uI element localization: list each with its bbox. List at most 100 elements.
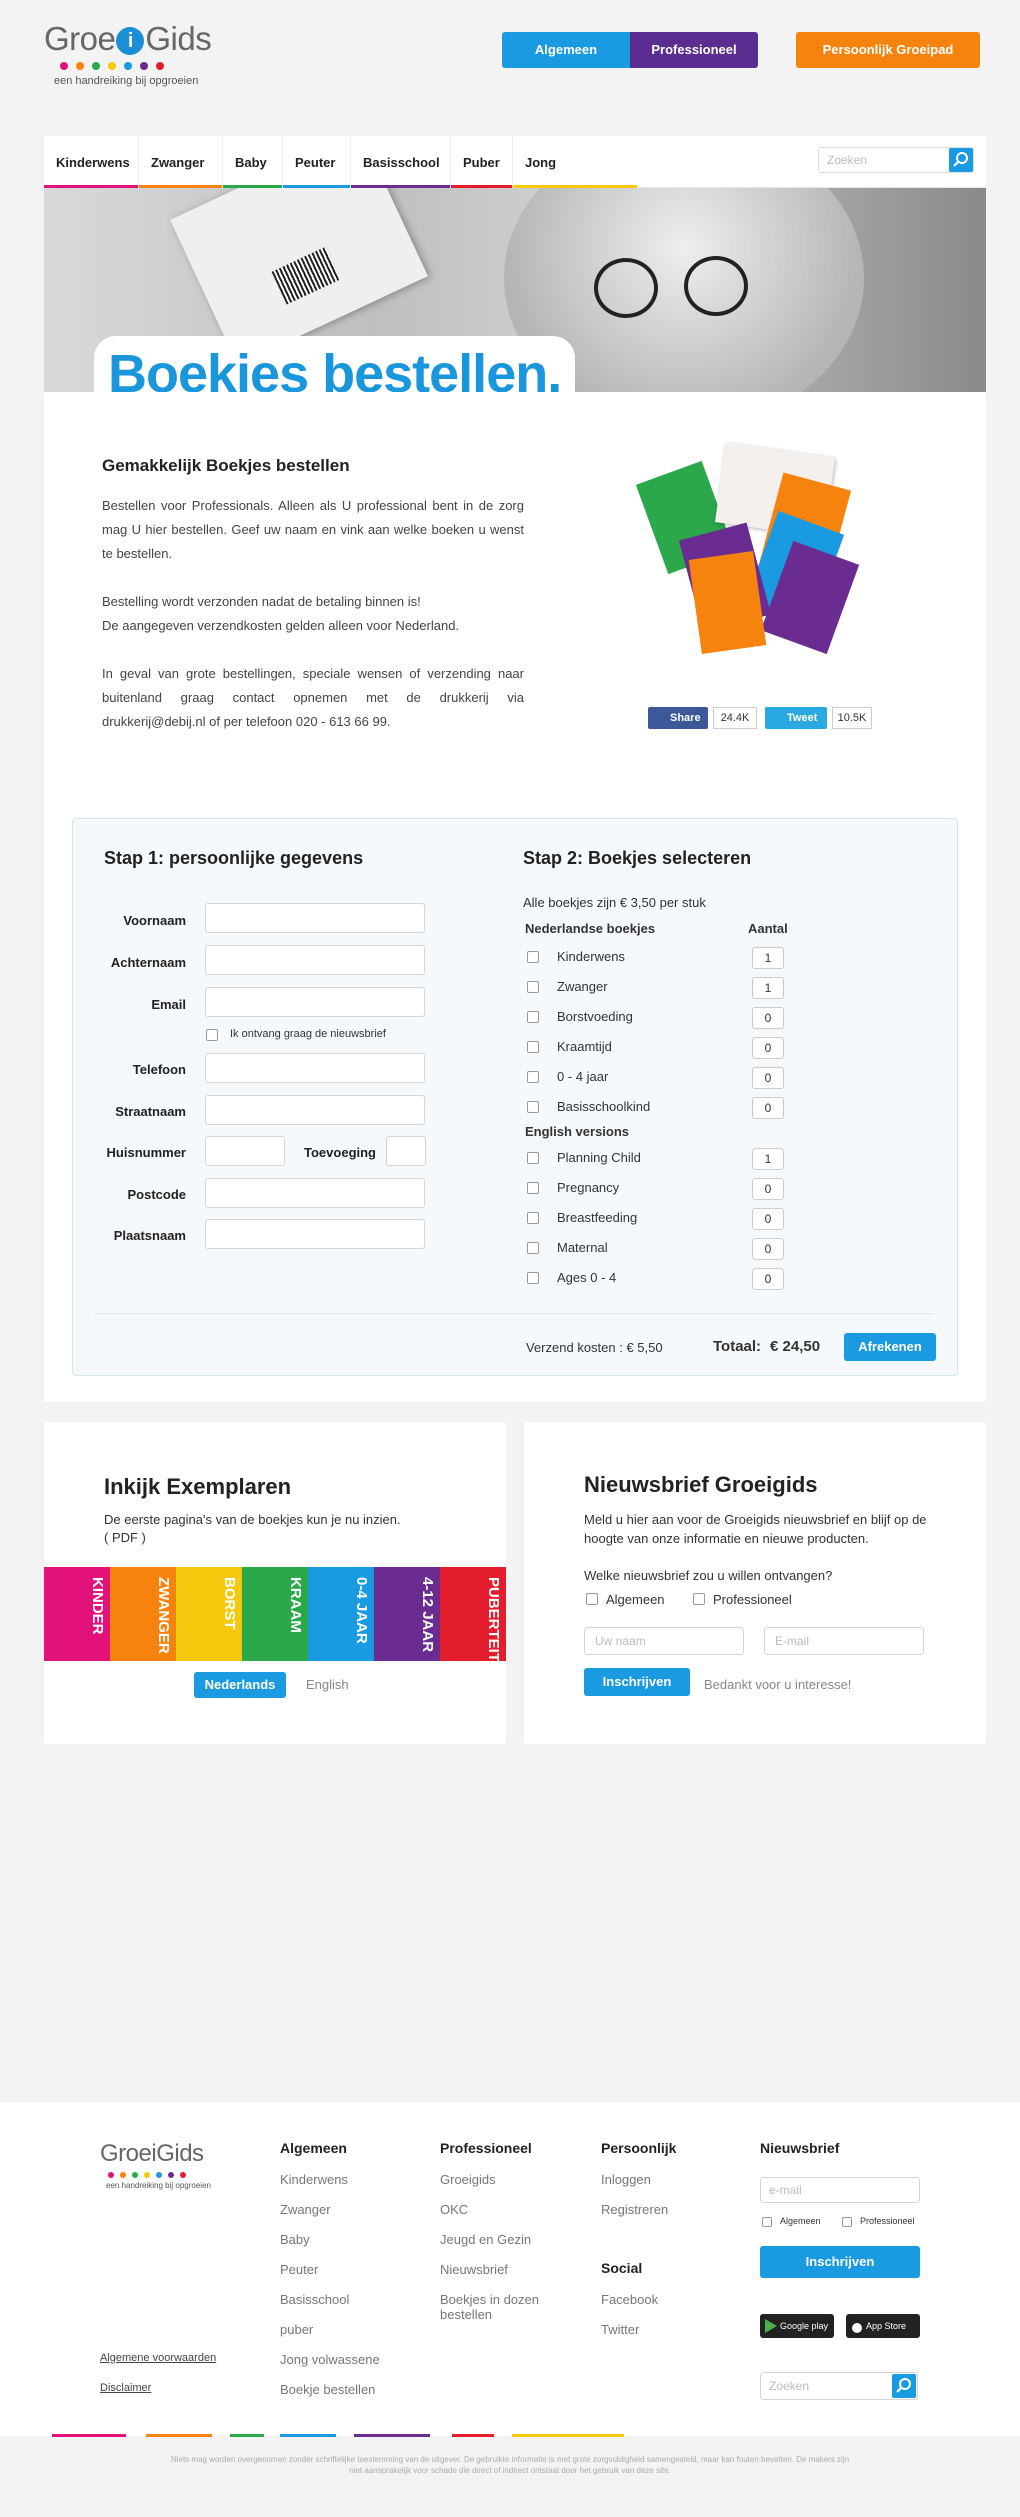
book-qty-input[interactable]: 0: [752, 1067, 784, 1089]
book-checkbox[interactable]: [527, 1011, 539, 1023]
book-qty-input[interactable]: 0: [752, 1268, 784, 1290]
voornaam-field[interactable]: [205, 903, 425, 933]
newsletter-email-field[interactable]: E-mail: [764, 1627, 924, 1655]
book-qty-input[interactable]: 0: [752, 1097, 784, 1119]
book-checkbox[interactable]: [527, 1152, 539, 1164]
newsletter-professioneel-checkbox[interactable]: [693, 1593, 705, 1605]
footer-link[interactable]: Zwanger: [280, 2202, 410, 2217]
footer-email-field[interactable]: e-mail: [760, 2177, 920, 2203]
straatnaam-field[interactable]: [205, 1095, 425, 1125]
booklet-thumbnail[interactable]: KRAAM: [242, 1567, 308, 1661]
book-checkbox[interactable]: [527, 1182, 539, 1194]
newsletter-thanks: Bedankt voor u interesse!: [704, 1677, 852, 1692]
book-qty-input[interactable]: 1: [752, 977, 784, 999]
booklet-thumbnail[interactable]: ZWANGER: [110, 1567, 176, 1661]
nav-item-basisschool[interactable]: Basisschool: [351, 136, 451, 188]
plaatsnaam-field[interactable]: [205, 1219, 425, 1249]
footer-link[interactable]: puber: [280, 2322, 410, 2337]
footer-link[interactable]: Basisschool: [280, 2292, 410, 2307]
nav-item-peuter[interactable]: Peuter: [283, 136, 351, 188]
achternaam-field[interactable]: [205, 945, 425, 975]
lang-english-link[interactable]: English: [306, 1677, 349, 1692]
footer-link[interactable]: Inloggen: [601, 2172, 731, 2187]
professioneel-button[interactable]: Professioneel: [630, 32, 758, 68]
total-value: € 24,50: [770, 1338, 821, 1355]
main-nav: Kinderwens Zwanger Baby Peuter Basisscho…: [44, 136, 986, 224]
footer-logo[interactable]: GroeiGids een handreiking bij opgroeien: [100, 2140, 230, 2190]
footer-link[interactable]: Boekjes in dozen bestellen: [440, 2292, 570, 2322]
booklet-thumbnail[interactable]: BORST: [176, 1567, 242, 1661]
book-checkbox[interactable]: [527, 951, 539, 963]
footer-link[interactable]: Baby: [280, 2232, 410, 2247]
booklet-thumbnail[interactable]: KINDER: [44, 1567, 110, 1661]
book-qty-input[interactable]: 0: [752, 1037, 784, 1059]
email-field[interactable]: [205, 987, 425, 1017]
nav-item-zwanger[interactable]: Zwanger: [139, 136, 223, 188]
book-checkbox[interactable]: [527, 1242, 539, 1254]
book-checkbox[interactable]: [527, 1041, 539, 1053]
newsletter-algemeen-checkbox[interactable]: [586, 1593, 598, 1605]
book-qty-input[interactable]: 0: [752, 1178, 784, 1200]
newsletter-name-field[interactable]: Uw naam: [584, 1627, 744, 1655]
booklet-thumbnail[interactable]: 4-12 JAAR: [374, 1567, 440, 1661]
book-checkbox[interactable]: [527, 1101, 539, 1113]
algemeen-button[interactable]: Algemeen: [502, 32, 630, 68]
terms-link[interactable]: Algemene voorwaarden: [100, 2352, 216, 2364]
book-qty-input[interactable]: 1: [752, 947, 784, 969]
postcode-field[interactable]: [205, 1178, 425, 1208]
book-qty-input[interactable]: 0: [752, 1238, 784, 1260]
booklet-thumbnail[interactable]: 0-4 JAAR: [308, 1567, 374, 1661]
footer-professioneel-checkbox[interactable]: [842, 2217, 852, 2227]
dot: [144, 2172, 150, 2178]
inschrijven-button[interactable]: Inschrijven: [584, 1668, 690, 1696]
footer-link[interactable]: Kinderwens: [280, 2172, 410, 2187]
afrekenen-button[interactable]: Afrekenen: [844, 1333, 936, 1361]
nav-item-baby[interactable]: Baby: [223, 136, 283, 188]
disclaimer-link[interactable]: Disclaimer: [100, 2382, 151, 2394]
footer-search-button[interactable]: [892, 2374, 916, 2398]
nav-item-kinderwens[interactable]: Kinderwens: [44, 136, 139, 188]
lang-nederlands-button[interactable]: Nederlands: [194, 1672, 286, 1698]
footer-link[interactable]: Facebook: [601, 2292, 731, 2307]
footer-search-input[interactable]: Zoeken: [760, 2372, 918, 2400]
newsletter-checkbox[interactable]: [206, 1029, 218, 1041]
book-qty-input[interactable]: 0: [752, 1208, 784, 1230]
footer-link[interactable]: Jeugd en Gezin: [440, 2232, 570, 2247]
tweet-button[interactable]: Tweet: [765, 707, 827, 729]
footer-link[interactable]: Groeigids: [440, 2172, 570, 2187]
footer-algemeen-checkbox[interactable]: [762, 2217, 772, 2227]
footer-link[interactable]: Jong volwassene: [280, 2352, 410, 2367]
logo-text: Groe: [100, 2140, 152, 2167]
booklet-thumbnail[interactable]: PUBERTEIT: [440, 1567, 506, 1661]
book-checkbox[interactable]: [527, 1272, 539, 1284]
huisnummer-field[interactable]: [205, 1136, 285, 1166]
footer-inschrijven-button[interactable]: Inschrijven: [760, 2246, 920, 2278]
book-checkbox[interactable]: [527, 1071, 539, 1083]
toevoeging-field[interactable]: [386, 1136, 426, 1166]
footer-link[interactable]: Nieuwsbrief: [440, 2262, 570, 2277]
logo-text: Groe: [44, 20, 116, 57]
footer-bar: [52, 2434, 126, 2437]
footer-bar: [280, 2434, 336, 2437]
footer-link[interactable]: Boekje bestellen: [280, 2382, 410, 2397]
google-play-badge[interactable]: Google play: [760, 2314, 834, 2338]
search-button[interactable]: [949, 148, 973, 172]
facebook-share-button[interactable]: Share: [648, 707, 708, 729]
persoonlijk-groeipad-button[interactable]: Persoonlijk Groeipad: [796, 32, 980, 68]
footer-link[interactable]: Registreren: [601, 2202, 731, 2217]
book-checkbox[interactable]: [527, 981, 539, 993]
dot: [108, 2172, 114, 2178]
footer-bar: [230, 2434, 264, 2437]
book-qty-input[interactable]: 1: [752, 1148, 784, 1170]
footer-link[interactable]: OKC: [440, 2202, 570, 2217]
search-input[interactable]: Zoeken: [818, 147, 974, 173]
book-checkbox[interactable]: [527, 1212, 539, 1224]
footer-link[interactable]: Peuter: [280, 2262, 410, 2277]
logo[interactable]: Groe i Gids een handreiking bij opgroeien: [44, 22, 214, 88]
telefoon-field[interactable]: [205, 1053, 425, 1083]
app-store-badge[interactable]: App Store: [846, 2314, 920, 2338]
footer-link[interactable]: Twitter: [601, 2322, 731, 2337]
nav-item-puber[interactable]: Puber: [451, 136, 513, 188]
book-qty-input[interactable]: 0: [752, 1007, 784, 1029]
nav-item-jong-volwassene[interactable]: Jong volwassene: [513, 136, 637, 224]
